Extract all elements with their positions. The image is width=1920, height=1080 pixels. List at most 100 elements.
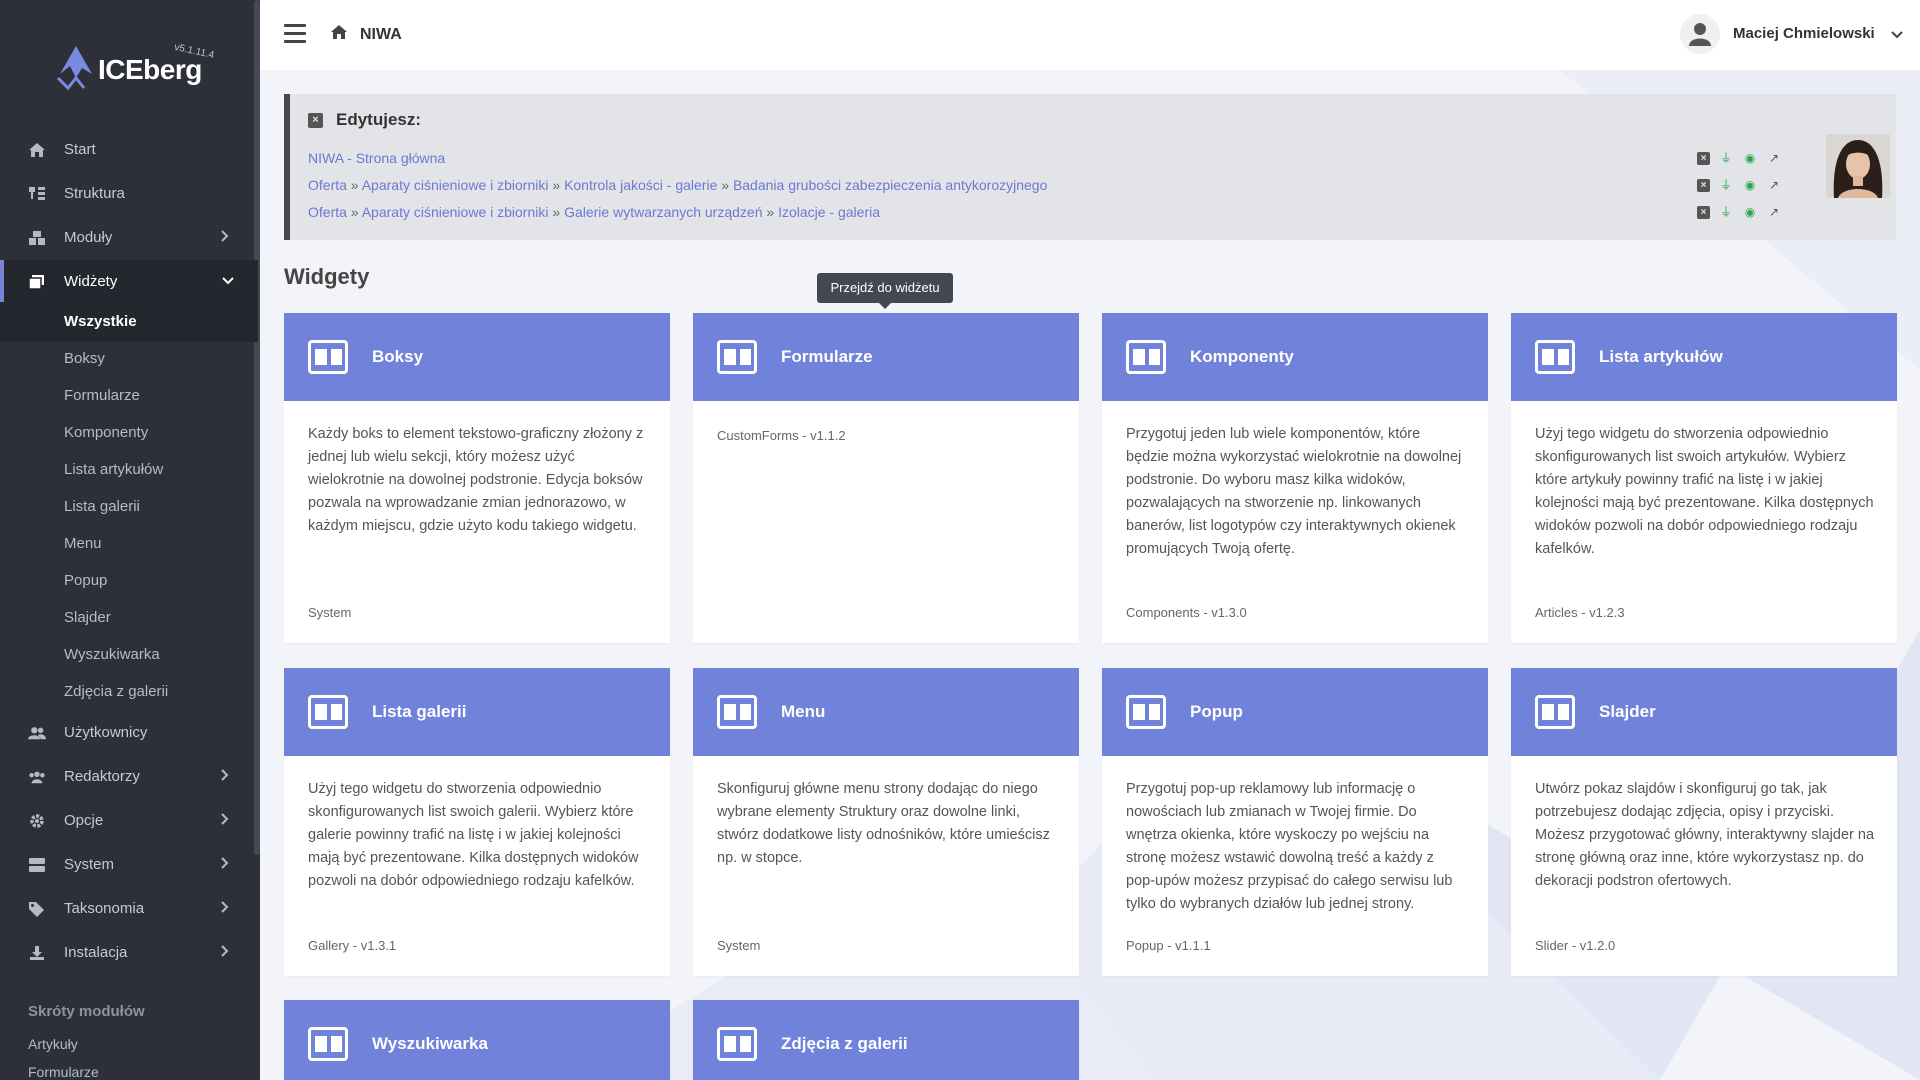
sidebar-sub-slajder[interactable]: Slajder: [64, 609, 111, 626]
card-title: Popup: [1190, 702, 1243, 721]
sidebar-sub-zdjecia-z-galerii[interactable]: Zdjęcia z galerii: [64, 683, 168, 700]
card-footer: System: [717, 938, 761, 953]
separator: »: [552, 204, 561, 220]
separator: »: [766, 204, 775, 220]
card-description: Każdy boks to element tekstowo-graficzny…: [308, 426, 644, 534]
close-icon[interactable]: ×: [308, 113, 323, 128]
sidebar-sub-lista-galerii[interactable]: Lista galerii: [64, 498, 140, 515]
card-description: Utwórz pokaz slajdów i skonfiguruj go ta…: [1535, 781, 1875, 889]
external-link-icon[interactable]: ↗: [1766, 204, 1782, 220]
remove-icon[interactable]: ×: [1697, 178, 1710, 192]
sidebar-sub-formularze[interactable]: Formularze: [64, 387, 140, 404]
sidebar-item-widzety[interactable]: Widżety: [0, 260, 258, 304]
users-icon: [28, 724, 46, 742]
chevron-right-icon: [221, 813, 229, 825]
card-header: Menu: [693, 668, 1079, 756]
sidebar-sub-wszystkie[interactable]: Wszystkie: [64, 313, 137, 330]
separator: »: [721, 177, 730, 193]
sidebar-item-start[interactable]: Start: [0, 128, 258, 172]
widget-card-lista-artykulow[interactable]: Lista artykułów Użyj tego widgetu do stw…: [1511, 313, 1897, 643]
sidebar-item-moduly[interactable]: Moduły: [0, 216, 258, 260]
remove-icon[interactable]: ×: [1697, 151, 1710, 165]
chevron-down-icon[interactable]: [1889, 27, 1905, 43]
widget-card-popup[interactable]: Popup Przygotuj pop-up reklamowy lub inf…: [1102, 668, 1488, 976]
separator: »: [350, 177, 359, 193]
avatar[interactable]: [1680, 14, 1720, 54]
widget-card-formularze[interactable]: Formularze CustomForms - v1.1.2: [693, 313, 1079, 643]
sidebar-item-redaktorzy[interactable]: Redaktorzy: [0, 755, 258, 799]
card-title: Wyszukiwarka: [372, 1034, 488, 1053]
sidebar-item-system[interactable]: System: [0, 843, 258, 887]
edit-link[interactable]: Oferta: [308, 204, 347, 220]
widget-card-menu[interactable]: Menu Skonfiguruj główne menu strony doda…: [693, 668, 1079, 976]
sidebar-sub-popup[interactable]: Popup: [64, 572, 107, 589]
user-name[interactable]: Maciej Chmielowski: [1733, 25, 1875, 42]
card-footer: System: [308, 605, 352, 620]
eye-icon[interactable]: ◉: [1742, 204, 1758, 220]
card-header: Slajder: [1511, 668, 1897, 756]
card-footer: Slider - v1.2.0: [1535, 938, 1616, 953]
card-title: Slajder: [1599, 702, 1656, 721]
card-description: Przygotuj jeden lub wiele komponentów, k…: [1126, 426, 1462, 557]
tooltip: Przejdź do widżetu: [817, 273, 953, 309]
external-link-icon[interactable]: ↗: [1766, 177, 1782, 193]
widget-card-lista-galerii[interactable]: Lista galerii Użyj tego widgetu do stwor…: [284, 668, 670, 976]
plug-icon[interactable]: ⏚: [1718, 177, 1734, 193]
card-header: Zdjęcia z galerii: [693, 1000, 1079, 1080]
sidebar-item-label: Taksonomia: [64, 900, 145, 917]
shortcut-formularze[interactable]: Formularze: [28, 1064, 99, 1080]
columns-icon: [308, 340, 348, 374]
columns-icon: [308, 695, 348, 729]
edit-link[interactable]: Badania grubości zabezpieczenia antykoro…: [733, 177, 1047, 193]
sidebar-item-instalacja[interactable]: Instalacja: [0, 931, 258, 975]
sidebar-sub-lista-artykulow[interactable]: Lista artykułów: [64, 461, 163, 478]
plug-icon[interactable]: ⏚: [1718, 204, 1734, 220]
chevron-right-icon: [221, 857, 229, 869]
sidebar-sub-komponenty[interactable]: Komponenty: [64, 424, 148, 441]
sidebar-item-opcje[interactable]: Opcje: [0, 799, 258, 843]
card-footer: Components - v1.3.0: [1126, 605, 1247, 620]
card-title: Boksy: [372, 347, 424, 366]
sidebar-sub-wyszukiwarka[interactable]: Wyszukiwarka: [64, 646, 160, 663]
edit-link[interactable]: Aparaty ciśnieniowe i zbiorniki: [362, 204, 549, 220]
sidebar: ICEberg v5.1.11.4 Start Struktura Moduły…: [0, 0, 260, 1080]
edit-link[interactable]: Izolacje - galeria: [778, 204, 880, 220]
sidebar-item-taksonomia[interactable]: Taksonomia: [0, 887, 258, 931]
app-name: ICEberg: [98, 54, 202, 85]
edit-link[interactable]: Oferta: [308, 177, 347, 193]
edit-link[interactable]: Kontrola jakości - galerie: [564, 177, 717, 193]
edit-link[interactable]: Galerie wytwarzanych urządzeń: [564, 204, 762, 220]
sidebar-item-label: Użytkownicy: [64, 724, 148, 741]
gear-icon: [28, 812, 46, 830]
app-logo[interactable]: ICEberg v5.1.11.4: [56, 42, 226, 98]
card-header: Boksy: [284, 313, 670, 401]
breadcrumb[interactable]: NIWA: [360, 26, 402, 44]
hamburger-menu-button[interactable]: [284, 24, 306, 44]
card-header: Popup: [1102, 668, 1488, 756]
chevron-right-icon: [221, 769, 229, 781]
sidebar-sub-menu[interactable]: Menu: [64, 535, 102, 552]
home-icon[interactable]: [330, 24, 348, 40]
sidebar-sub-boksy[interactable]: Boksy: [64, 350, 105, 367]
sidebar-item-uzytkownicy[interactable]: Użytkownicy: [0, 711, 258, 755]
widget-card-slajder[interactable]: Slajder Utwórz pokaz slajdów i skonfigur…: [1511, 668, 1897, 976]
card-footer: CustomForms - v1.1.2: [717, 428, 846, 443]
edit-link[interactable]: NIWA - Strona główna: [308, 150, 445, 166]
remove-icon[interactable]: ×: [1697, 205, 1710, 219]
main-content: × Edytujesz: NIWA - Strona główna Oferta…: [260, 70, 1920, 1080]
widget-card-zdjecia-z-galerii[interactable]: Zdjęcia z galerii: [693, 1000, 1079, 1080]
card-header: Komponenty: [1102, 313, 1488, 401]
sidebar-item-label: Instalacja: [64, 944, 128, 961]
shortcut-artykuly[interactable]: Artykuły: [28, 1036, 78, 1052]
eye-icon[interactable]: ◉: [1742, 177, 1758, 193]
sidebar-item-label: Moduły: [64, 229, 113, 246]
columns-icon: [1535, 340, 1575, 374]
widget-card-komponenty[interactable]: Komponenty Przygotuj jeden lub wiele kom…: [1102, 313, 1488, 643]
plug-icon[interactable]: ⏚: [1718, 150, 1734, 166]
external-link-icon[interactable]: ↗: [1766, 150, 1782, 166]
eye-icon[interactable]: ◉: [1742, 150, 1758, 166]
sidebar-item-struktura[interactable]: Struktura: [0, 172, 258, 216]
widget-card-boksy[interactable]: Boksy Każdy boks to element tekstowo-gra…: [284, 313, 670, 643]
edit-link[interactable]: Aparaty ciśnieniowe i zbiorniki: [362, 177, 549, 193]
widget-card-wyszukiwarka[interactable]: Wyszukiwarka: [284, 1000, 670, 1080]
